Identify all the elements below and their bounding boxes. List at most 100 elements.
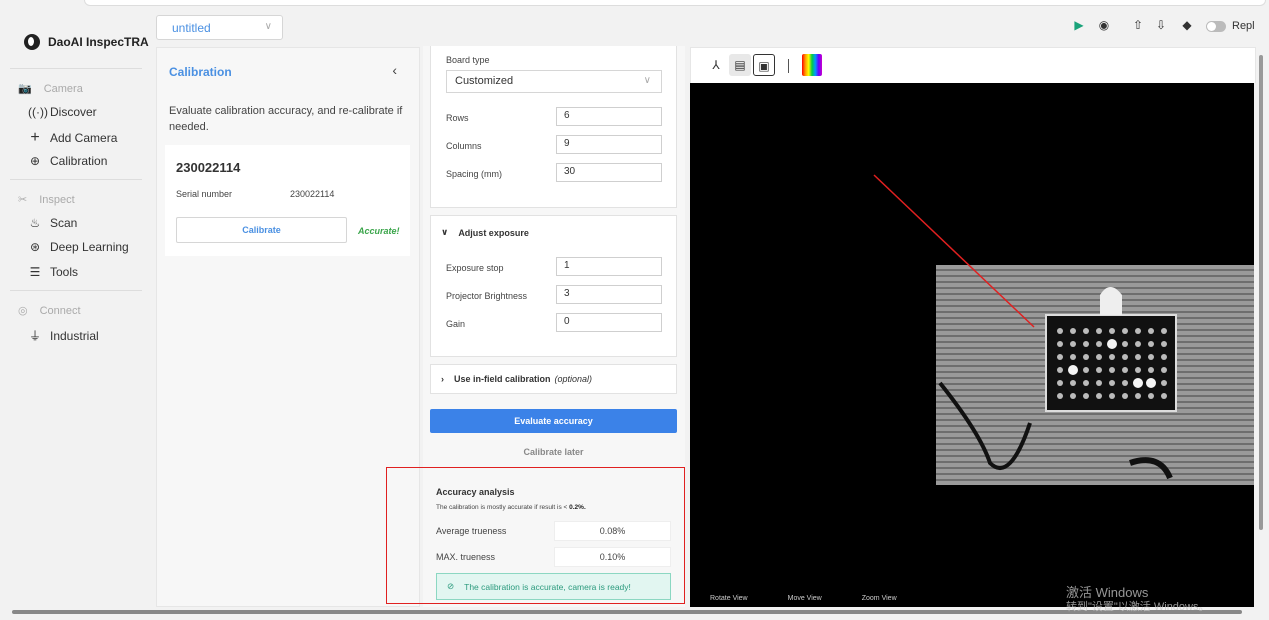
replay-toggle[interactable]: [1206, 21, 1226, 32]
replay-label[interactable]: Repl: [1232, 20, 1255, 32]
download-icon[interactable]: ⇩: [1153, 17, 1169, 33]
max-trueness-value: 0.10%: [554, 547, 671, 567]
evaluate-accuracy-button[interactable]: Evaluate accuracy: [430, 409, 677, 433]
chevron-left-icon[interactable]: ‹: [392, 62, 397, 78]
projector-brightness-field[interactable]: 3: [556, 285, 662, 304]
connect-icon: ◎: [18, 305, 28, 317]
columns-label: Columns: [446, 141, 482, 151]
eraser-icon[interactable]: ◆: [1179, 17, 1195, 33]
calibrate-button[interactable]: Calibrate: [176, 217, 347, 243]
gain-field[interactable]: 0: [556, 313, 662, 332]
board-dot: [1109, 380, 1115, 386]
board-dot: [1068, 365, 1078, 375]
sidebar-item-add-camera[interactable]: + Add Camera: [28, 129, 117, 147]
exposure-header[interactable]: ∨ Adjust exposure: [441, 227, 529, 238]
accuracy-title: Accuracy analysis: [436, 487, 515, 497]
sidebar-item-industrial[interactable]: ⏚ Industrial: [28, 327, 99, 344]
board-dot: [1109, 367, 1115, 373]
sidebar-item-deep-learning[interactable]: ⊛ Deep Learning: [28, 240, 129, 254]
camera-viewer[interactable]: Rotate View Move View Zoom View: [690, 83, 1254, 607]
board-dot: [1070, 328, 1076, 334]
board-dot: [1161, 341, 1167, 347]
upload-icon[interactable]: ⇧: [1130, 17, 1146, 33]
sidebar: DaoAI InspecTRA 📷 Camera ((·)) Discover …: [0, 8, 150, 608]
chevron-down-icon: ∨: [441, 227, 449, 237]
record-icon[interactable]: ◉: [1096, 17, 1112, 33]
board-dot: [1148, 354, 1154, 360]
plus-icon: +: [30, 129, 40, 146]
sidebar-item-scan[interactable]: ♨ Scan: [28, 216, 78, 230]
board-mount: [1100, 287, 1122, 315]
board-dot: [1135, 354, 1141, 360]
infield-header[interactable]: › Use in-field calibration (optional): [441, 374, 592, 384]
scan-icon: ♨: [29, 216, 41, 230]
calibrate-later-button[interactable]: Calibrate later: [430, 447, 677, 457]
board-dot: [1057, 393, 1063, 399]
scrollbar-horizontal[interactable]: [12, 610, 1242, 614]
board-dot: [1146, 378, 1156, 388]
board-dot: [1057, 367, 1063, 373]
colormap-icon[interactable]: [802, 54, 822, 76]
image-icon[interactable]: ▣: [753, 54, 775, 76]
board-dot: [1133, 378, 1143, 388]
move-view[interactable]: Move View: [788, 595, 822, 607]
zoom-view[interactable]: Zoom View: [862, 595, 897, 607]
accuracy-note: The calibration is mostly accurate if re…: [436, 504, 586, 511]
sidebar-item-tools[interactable]: ☰ Tools: [28, 265, 78, 279]
sidebar-divider: [10, 290, 142, 291]
board-dot: [1122, 341, 1128, 347]
rows-field[interactable]: 6: [556, 107, 662, 126]
board-dot: [1161, 380, 1167, 386]
board-dot: [1107, 339, 1117, 349]
board-dot: [1161, 354, 1167, 360]
axis-icon[interactable]: ⅄: [705, 54, 727, 76]
toolbar-divider: [788, 59, 789, 73]
network-icon: ⊛: [29, 240, 41, 254]
sidebar-item-calibration[interactable]: ⊕ Calibration: [28, 154, 107, 168]
rotate-view[interactable]: Rotate View: [710, 595, 748, 607]
board-dot: [1057, 380, 1063, 386]
exposure-section: ∨ Adjust exposure Exposure stop 1 Projec…: [430, 215, 677, 357]
exposure-stop-field[interactable]: 1: [556, 257, 662, 276]
columns-field[interactable]: 9: [556, 135, 662, 154]
chevron-down-icon: ∨: [643, 75, 651, 86]
board-dot: [1122, 380, 1128, 386]
play-icon[interactable]: ▶: [1071, 17, 1087, 33]
project-select[interactable]: untitled ∨: [156, 15, 283, 40]
average-trueness-value: 0.08%: [554, 521, 671, 541]
depth-icon[interactable]: ▤: [729, 54, 751, 76]
section-connect: ◎ Connect: [18, 304, 81, 318]
board-dot: [1096, 367, 1102, 373]
gain-label: Gain: [446, 319, 466, 329]
panel-title: Calibration: [169, 65, 232, 79]
projector-brightness-label: Projector Brightness: [446, 291, 528, 301]
average-trueness-label: Average trueness: [436, 526, 507, 536]
broadcast-icon: ((·)): [28, 105, 48, 119]
board-dot: [1109, 328, 1115, 334]
chevron-down-icon: ∨: [264, 21, 272, 32]
sidebar-item-discover[interactable]: ((·)) Discover: [28, 105, 97, 119]
camera-card: 230022114 Serial number 230022114 Calibr…: [165, 145, 410, 256]
app-brand[interactable]: DaoAI InspecTRA: [24, 34, 149, 50]
check-circle-icon: ⊘: [447, 581, 455, 591]
board-dot: [1083, 328, 1089, 334]
board-dot: [1057, 328, 1063, 334]
spacing-field[interactable]: 30: [556, 163, 662, 182]
camera-id: 230022114: [176, 160, 241, 175]
board-type-label: Board type: [446, 55, 490, 65]
board-dot: [1122, 393, 1128, 399]
board-dot: [1122, 354, 1128, 360]
scrollbar-vertical[interactable]: [1259, 55, 1263, 530]
board-dot: [1070, 341, 1076, 347]
sidebar-divider: [10, 179, 142, 180]
board-dot: [1109, 393, 1115, 399]
chevron-right-icon: ›: [441, 374, 444, 384]
panel-description: Evaluate calibration accuracy, and re-ca…: [169, 105, 403, 133]
app-name: DaoAI InspecTRA: [48, 35, 149, 49]
board-dot: [1096, 380, 1102, 386]
board-dot: [1096, 328, 1102, 334]
board-dot: [1161, 367, 1167, 373]
infield-section[interactable]: › Use in-field calibration (optional): [430, 364, 677, 394]
board-type-select[interactable]: Customized ∨: [446, 70, 662, 93]
board-dot: [1070, 354, 1076, 360]
